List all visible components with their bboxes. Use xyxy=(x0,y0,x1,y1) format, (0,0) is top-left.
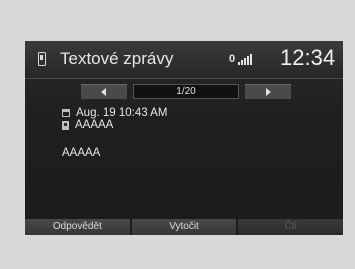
page-counter: 1/20 xyxy=(133,84,239,99)
screen-title: Textové zprávy xyxy=(60,49,174,68)
previous-message-button[interactable] xyxy=(81,84,127,99)
next-message-button[interactable] xyxy=(245,84,291,99)
read-button: Čti xyxy=(238,219,343,235)
arrow-left-icon xyxy=(101,88,106,96)
reply-button[interactable]: Odpovědět xyxy=(25,219,130,235)
message-sender: AAAAA xyxy=(75,119,114,131)
message-date-row: Aug. 19 10:43 AM xyxy=(62,107,167,119)
message-date: Aug. 19 10:43 AM xyxy=(76,107,168,119)
message-sender-row: AAAAA xyxy=(62,119,113,131)
phone-icon xyxy=(38,52,46,66)
device-frame: Textové zprávy 0 12:34 1/20 Aug. 19 10:4… xyxy=(6,8,348,262)
message-count: 0 xyxy=(229,53,236,65)
message-pager: 1/20 xyxy=(81,84,291,99)
status-indicator: 0 xyxy=(229,53,253,65)
signal-strength-icon xyxy=(238,54,253,65)
contact-phone-icon xyxy=(62,120,69,130)
arrow-right-icon xyxy=(266,88,271,96)
header-divider xyxy=(25,78,343,79)
header-bar: Textové zprávy 0 12:34 xyxy=(25,41,343,79)
message-body: AAAAA xyxy=(62,147,101,159)
call-button[interactable]: Vytočit xyxy=(131,219,237,235)
footer-buttons: Odpovědět Vytočit Čti xyxy=(25,219,343,235)
display-screen: Textové zprávy 0 12:34 1/20 Aug. 19 10:4… xyxy=(25,41,343,235)
clock: 12:34 xyxy=(280,45,336,70)
calendar-icon xyxy=(62,109,70,117)
